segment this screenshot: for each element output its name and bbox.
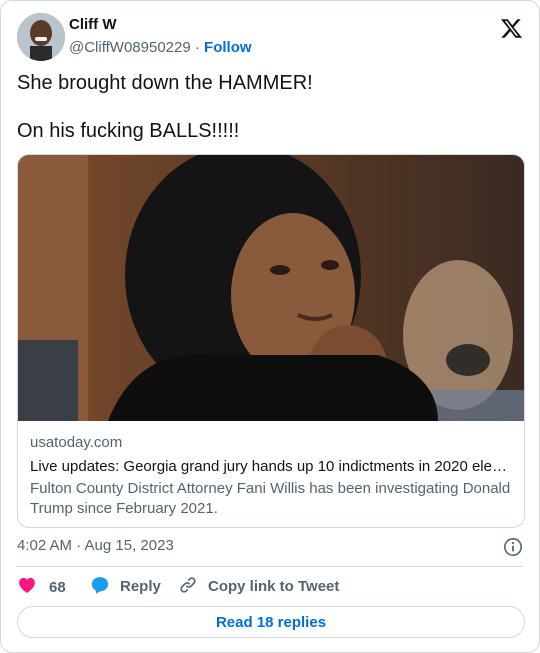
avatar[interactable]: [17, 13, 65, 61]
copy-link-label: Copy link to Tweet: [208, 578, 340, 595]
link-meta: usatoday.com Live updates: Georgia grand…: [30, 433, 512, 519]
copy-link-button[interactable]: Copy link to Tweet: [178, 575, 339, 599]
link-domain: usatoday.com: [30, 434, 123, 451]
info-icon[interactable]: [503, 537, 523, 557]
handle-line: @CliffW08950229 · Follow: [69, 38, 252, 58]
link-description: Fulton County District Attorney Fani Wil…: [30, 480, 511, 517]
handle[interactable]: @CliffW08950229: [69, 39, 191, 56]
divider: [17, 566, 523, 567]
link-title[interactable]: Live updates: Georgia grand jury hands u…: [30, 457, 512, 477]
display-name[interactable]: Cliff W: [69, 15, 252, 35]
heart-icon: [17, 575, 37, 600]
speech-bubble-icon: [90, 575, 110, 600]
read-replies-button[interactable]: Read 18 replies: [17, 606, 525, 638]
reply-label: Reply: [120, 578, 161, 595]
separator: ·: [194, 39, 200, 56]
link-preview-card[interactable]: usatoday.com Live updates: Georgia grand…: [17, 154, 525, 528]
like-count: 68: [49, 578, 66, 596]
tweet-line-1: She brought down the HAMMER!: [17, 72, 313, 94]
tweet-header: Cliff W @CliffW08950229 · Follow: [17, 13, 523, 63]
tweet-line-2: On his fucking BALLS!!!!!: [17, 120, 240, 142]
tweet-text: She brought down the HAMMER! On his fuck…: [17, 71, 525, 143]
author-block: Cliff W @CliffW08950229 · Follow: [69, 15, 252, 58]
tweet-card: Cliff W @CliffW08950229 · Follow She bro…: [0, 0, 540, 653]
link-preview-image[interactable]: [18, 155, 524, 421]
action-bar: 68 Reply Copy link to Tweet: [17, 575, 523, 599]
like-button[interactable]: 68: [17, 575, 66, 599]
link-icon: [178, 575, 198, 600]
tweet-timestamp[interactable]: 4:02 AM · Aug 15, 2023: [17, 536, 174, 556]
follow-link[interactable]: Follow: [204, 39, 252, 56]
reply-button[interactable]: Reply: [90, 575, 161, 599]
x-logo-icon[interactable]: [500, 17, 523, 40]
